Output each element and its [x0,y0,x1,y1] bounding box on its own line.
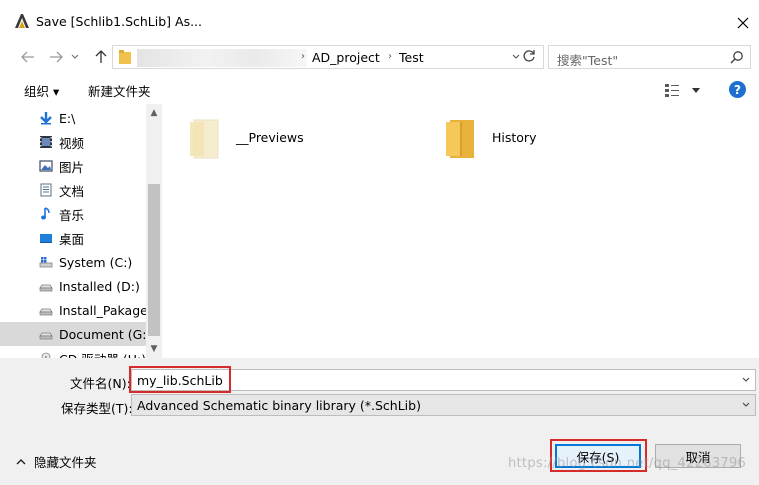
nav-item-document-g[interactable]: Document (G:) [0,322,151,346]
title-bar: Save [Schlib1.SchLib] As... [0,0,759,44]
folder-name: History [492,130,537,145]
nav-item-label: 桌面 [59,231,85,247]
altium-app-icon [15,14,29,28]
chevron-down-icon[interactable] [741,400,751,410]
folder-item-history[interactable]: History [446,116,536,160]
back-button[interactable] [18,47,38,67]
search-icon[interactable] [730,50,744,64]
nav-item-label: 音乐 [59,207,85,223]
nav-item-desktop[interactable]: 桌面 [0,226,146,250]
filetype-label: 保存类型(T): [61,401,133,416]
desktop-icon [40,234,52,243]
arrow-right-icon [50,51,63,63]
folder-icon [119,50,131,64]
hide-folders-toggle[interactable]: 隐藏文件夹 [16,452,97,471]
drive-icon [39,332,53,340]
close-icon [737,17,749,29]
breadcrumb-segment[interactable]: Test [399,50,424,65]
nav-item-label: 图片 [59,159,85,175]
up-button[interactable] [91,47,111,67]
nav-item-label: Install_Pakage ( [59,302,157,318]
address-bar-row: › AD_project › Test 搜索"Test" [0,44,759,70]
nav-item-e-drive[interactable]: E:\ [0,106,146,130]
path-separator-icon: › [301,51,305,62]
folder-icon [190,119,219,159]
new-folder-button[interactable]: 新建文件夹 [88,81,151,100]
help-icon[interactable]: ? [729,81,746,98]
folder-icon [446,120,474,158]
filetype-select[interactable]: Advanced Schematic binary library (*.Sch… [131,394,756,416]
change-view-button[interactable] [664,80,700,100]
filename-value[interactable]: my_lib.SchLib [137,373,223,388]
hide-folders-label: 隐藏文件夹 [34,455,97,470]
download-arrow-icon [40,112,52,125]
document-icon [40,183,52,197]
watermark-text: https://blog.csdn.net/qq_42263796 [508,456,747,471]
arrow-left-icon [21,51,34,63]
filetype-value: Advanced Schematic binary library (*.Sch… [137,398,421,413]
filename-input[interactable]: my_lib.SchLib [131,369,756,391]
nav-item-label: 文档 [59,183,85,199]
nav-item-label: Document (G:) [59,326,152,342]
folder-item-previews[interactable]: __Previews [190,116,304,160]
window-title: Save [Schlib1.SchLib] As... [36,14,203,29]
nav-item-label: Installed (D:) [59,278,140,294]
breadcrumb-segment[interactable]: AD_project [312,50,380,65]
nav-item-label: System (C:) [59,254,133,270]
folder-name: __Previews [236,130,304,145]
redacted-path [137,49,307,67]
save-form-panel: 文件名(N): my_lib.SchLib 保存类型(T): Advanced … [0,358,759,485]
cd-drive-icon [41,352,51,358]
nav-item-documents[interactable]: 文档 [0,178,146,202]
file-list[interactable]: __Previews History [162,104,759,358]
music-note-icon [41,207,50,220]
nav-item-pictures[interactable]: 图片 [0,154,146,178]
search-box[interactable]: 搜索"Test" [548,45,751,69]
scroll-up-arrow-icon[interactable]: ▲ [149,108,159,118]
path-separator-icon: › [388,51,392,62]
nav-item-label: CD 驱动器 (H:) [59,349,146,359]
forward-button[interactable] [46,47,66,67]
recent-locations-button[interactable] [68,47,82,67]
chevron-up-icon [16,458,26,464]
nav-item-label: 视频 [59,135,85,151]
refresh-button[interactable] [519,46,539,66]
chevron-down-icon [71,54,79,59]
nav-item-system-c[interactable]: System (C:) [0,250,146,274]
organize-button[interactable]: 组织 ▾ [24,81,59,100]
refresh-icon [523,50,535,62]
chevron-down-icon [692,88,700,93]
filename-label: 文件名(N): [70,376,131,391]
nav-item-music[interactable]: 音乐 [0,202,146,226]
view-details-icon [665,84,679,97]
nav-item-installed-d[interactable]: Installed (D:) [0,274,146,298]
address-bar[interactable]: › AD_project › Test [112,45,544,69]
search-placeholder: 搜索"Test" [557,53,619,68]
drive-icon [39,308,53,316]
nav-item-install-pakage[interactable]: Install_Pakage ( [0,298,157,322]
nav-item-videos[interactable]: 视频 [0,130,146,154]
scrollbar-thumb[interactable] [148,184,160,336]
command-bar: 组织 ▾ 新建文件夹 ? [0,76,759,104]
system-drive-icon [39,257,53,268]
nav-pane-scrollbar[interactable]: ▲ ▼ [146,104,162,358]
nav-item-cd-drive[interactable]: CD 驱动器 (H:) [0,346,146,358]
chevron-down-icon[interactable] [741,375,751,385]
scroll-down-arrow-icon[interactable]: ▼ [149,344,159,354]
navigation-pane[interactable]: E:\ 视频 图片 文档 音乐 桌面 System (C:) Installed… [0,104,162,358]
picture-icon [39,160,53,172]
arrow-up-icon [95,50,107,63]
drive-icon [39,284,53,292]
nav-item-label: E:\ [59,110,76,126]
video-icon [40,136,52,148]
close-button[interactable] [726,8,759,38]
